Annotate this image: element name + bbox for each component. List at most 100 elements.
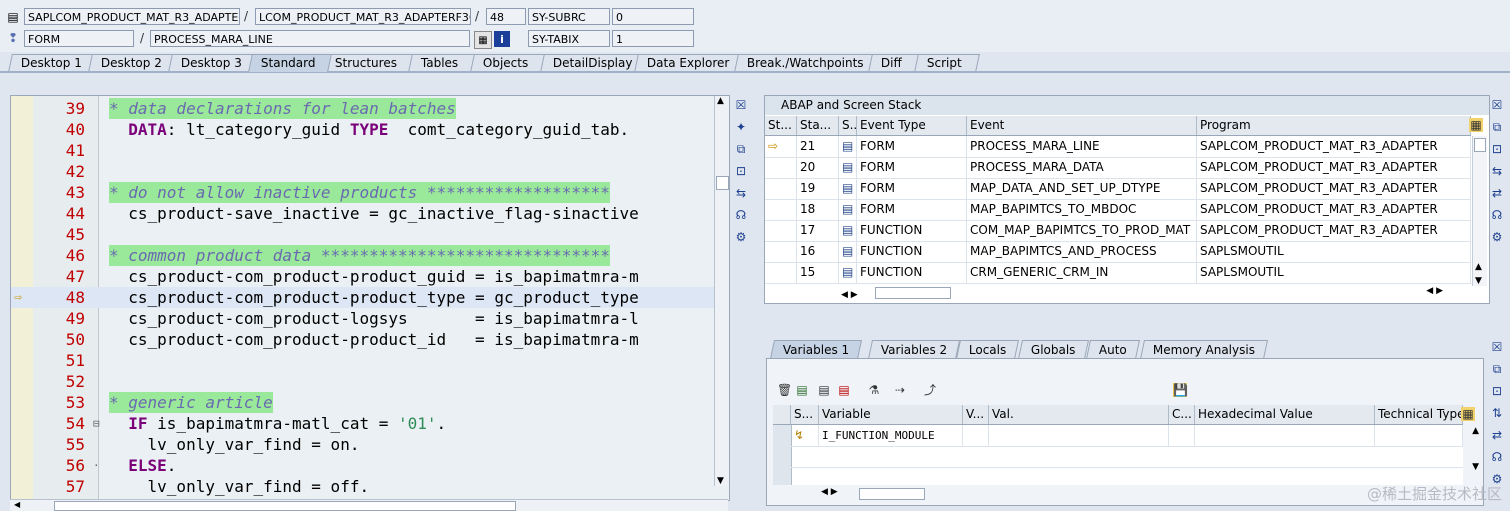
scroll-thumb[interactable] — [716, 176, 729, 190]
col-technical-type[interactable]: Technical Type — [1375, 405, 1463, 424]
stack-hscroll-thumb[interactable] — [875, 287, 951, 299]
maximize-icon[interactable]: ⊡ — [1490, 384, 1504, 398]
goto-icon[interactable]: ⤴ — [923, 383, 937, 397]
save-icon[interactable]: 💾 — [1173, 383, 1188, 397]
layout-icon[interactable]: ▦ — [1469, 118, 1483, 132]
col-variable[interactable]: Variable — [819, 405, 963, 424]
swap-icon[interactable]: ⇅ — [1490, 406, 1504, 420]
tab-detaildisplay[interactable]: DetailDisplay — [540, 54, 644, 72]
headset-icon[interactable]: ☊ — [734, 208, 748, 222]
close-icon[interactable]: ☒ — [734, 98, 748, 112]
table-row[interactable]: 17 ▤ FUNCTION COM_MAP_BAPIMTCS_TO_PROD_MAT S… — [765, 220, 1471, 242]
table-row[interactable] — [791, 446, 1463, 468]
tree-icon[interactable]: ⚗ — [867, 383, 881, 397]
tab-standard[interactable]: Standard — [248, 54, 332, 72]
table-row[interactable]: 18 ▤ FORM MAP_BAPIMTCS_TO_MBDOC SAPLCOM_PROD… — [765, 199, 1471, 221]
scroll-up-icon[interactable]: ▲ — [1475, 262, 1482, 272]
tab-data-explorer[interactable]: Data Explorer — [634, 54, 744, 72]
insert-icon[interactable]: ▤ — [795, 383, 809, 397]
line-field[interactable]: 48 — [486, 8, 526, 25]
col-c[interactable]: C... — [1169, 405, 1195, 424]
tab-variables-1[interactable]: Variables 1 — [769, 340, 863, 359]
col-v[interactable]: V... — [963, 405, 989, 424]
editor-vertical-scrollbar[interactable]: ▲ ▼ — [714, 96, 729, 486]
tab-variables-2[interactable]: Variables 2 — [867, 340, 961, 359]
replace-icon[interactable]: ⧉ — [1490, 120, 1504, 134]
replace-icon[interactable]: ⧉ — [734, 142, 748, 156]
scroll-down-icon[interactable]: ▼ — [717, 476, 724, 486]
tab-tables[interactable]: Tables — [408, 54, 480, 72]
tab-locals[interactable]: Locals — [955, 340, 1020, 359]
tab-structures[interactable]: Structures — [322, 54, 418, 72]
col-event-type[interactable]: Event Type — [857, 116, 967, 135]
delete-icon[interactable]: 🗑 — [777, 383, 792, 397]
table-row[interactable]: ⇨ 21 ▤ FORM PROCESS_MARA_LINE SAPLCOM_PRODUCT… — [765, 136, 1471, 158]
editor-horizontal-scrollbar[interactable]: ◀ — [10, 499, 728, 511]
stack-hscroll[interactable]: ◀ ▶ ◀ ▶ — [841, 286, 1451, 300]
close-icon[interactable]: ☒ — [1490, 98, 1504, 112]
event-type-field[interactable]: FORM — [24, 30, 134, 47]
tab-auto[interactable]: Auto — [1085, 340, 1140, 359]
new-tool-icon[interactable]: ✦ — [734, 120, 748, 134]
services-icon[interactable]: ⚙ — [1490, 230, 1504, 244]
vars-vscroll[interactable]: ▲ ▼ — [1472, 425, 1479, 473]
tab-globals[interactable]: Globals — [1017, 340, 1089, 359]
navigate-icon[interactable]: ⇢ — [893, 383, 907, 397]
swap-icon[interactable]: ⇄ — [1490, 186, 1504, 200]
col-program[interactable]: Program — [1197, 116, 1471, 135]
maximize-icon[interactable]: ⊡ — [1490, 142, 1504, 156]
event-name-field[interactable]: PROCESS_MARA_LINE — [150, 30, 470, 47]
program-field[interactable]: SAPLCOM_PRODUCT_MAT_R3_ADAPTER — [24, 8, 240, 25]
scroll-down-icon[interactable]: ▼ — [1475, 276, 1482, 286]
col-stack-level[interactable]: Sta... — [797, 116, 839, 135]
tab-desktop-2[interactable]: Desktop 2 — [88, 54, 178, 72]
col-value[interactable]: Val. — [989, 405, 1169, 424]
table-row[interactable]: 16 ▤ FUNCTION MAP_BAPIMTCS_AND_PROCESS SAPLS… — [765, 241, 1471, 263]
replace-icon[interactable]: ⧉ — [1490, 362, 1504, 376]
display-icon[interactable]: ▦ — [474, 31, 492, 49]
fold-icon[interactable]: ⊟ — [93, 413, 100, 434]
col-status[interactable]: St... — [765, 116, 797, 135]
col-s[interactable]: S... — [839, 116, 857, 135]
col-s[interactable]: S... — [791, 405, 819, 424]
headset-icon[interactable]: ☊ — [1490, 450, 1504, 464]
vars-hscroll-thumb[interactable] — [859, 488, 925, 500]
scroll-left-icon[interactable]: ◀ ▶ — [841, 290, 858, 300]
layout-icon[interactable]: ▦ — [1461, 407, 1475, 421]
line-number: 43 — [65, 183, 85, 202]
scroll-up-icon[interactable]: ▲ — [717, 96, 724, 106]
scroll-left-icon[interactable]: ◀ ▶ — [821, 487, 838, 497]
stack-scroll-thumb[interactable] — [1474, 138, 1486, 152]
tab-objects[interactable]: Objects — [470, 54, 550, 72]
stack-scrollbar[interactable]: ▲ ▼ — [1472, 136, 1487, 286]
tab-desktop-1[interactable]: Desktop 1 — [8, 54, 98, 72]
headset-icon[interactable]: ☊ — [1490, 208, 1504, 222]
table-row[interactable]: 19 ▤ FORM MAP_DATA_AND_SET_UP_DTYPE SAPLCOM_… — [765, 178, 1471, 200]
source-editor[interactable]: 39 * data declarations for lean batches 40… — [10, 95, 730, 501]
save-variant-icon[interactable]: ▤ — [817, 383, 831, 397]
row-selectors[interactable] — [773, 425, 792, 485]
load-variant-icon[interactable]: ▤ — [837, 383, 851, 397]
tab-breakpoints[interactable]: Break./Watchpoints — [734, 54, 878, 72]
table-row[interactable]: 20 ▤ FORM PROCESS_MARA_DATA SAPLCOM_PRODUCT_… — [765, 157, 1471, 179]
maximize-icon[interactable]: ⊡ — [734, 164, 748, 178]
col-hex[interactable]: Hexadecimal Value — [1195, 405, 1375, 424]
table-row[interactable]: 15 ▤ FUNCTION CRM_GENERIC_CRM_IN SAPLSMOUTIL — [765, 262, 1471, 284]
scroll-left-icon[interactable]: ◀ — [14, 500, 20, 509]
col-event[interactable]: Event — [967, 116, 1197, 135]
tab-memory-analysis[interactable]: Memory Analysis — [1139, 340, 1269, 359]
info-icon[interactable]: i — [494, 31, 510, 47]
table-row[interactable]: ↯ I_FUNCTION_MODULE — [791, 425, 1463, 447]
tab-script[interactable]: Script — [914, 54, 980, 72]
services-icon[interactable]: ⚙ — [734, 230, 748, 244]
include-field[interactable]: LCOM_PRODUCT_MAT_R3_ADAPTERF36 — [255, 8, 471, 25]
variable-name[interactable]: I_FUNCTION_MODULE — [819, 425, 963, 446]
tab-desktop-3[interactable]: Desktop 3 — [168, 54, 258, 72]
close-icon[interactable]: ☒ — [1490, 340, 1504, 354]
swap-icon[interactable]: ⇆ — [1490, 164, 1504, 178]
swap-icon[interactable]: ⇆ — [734, 186, 748, 200]
scroll-right-icon[interactable]: ◀ ▶ — [1426, 286, 1443, 296]
col-select[interactable] — [773, 405, 791, 424]
swap-icon[interactable]: ⇄ — [1490, 428, 1504, 442]
variable-value[interactable] — [989, 425, 1169, 446]
